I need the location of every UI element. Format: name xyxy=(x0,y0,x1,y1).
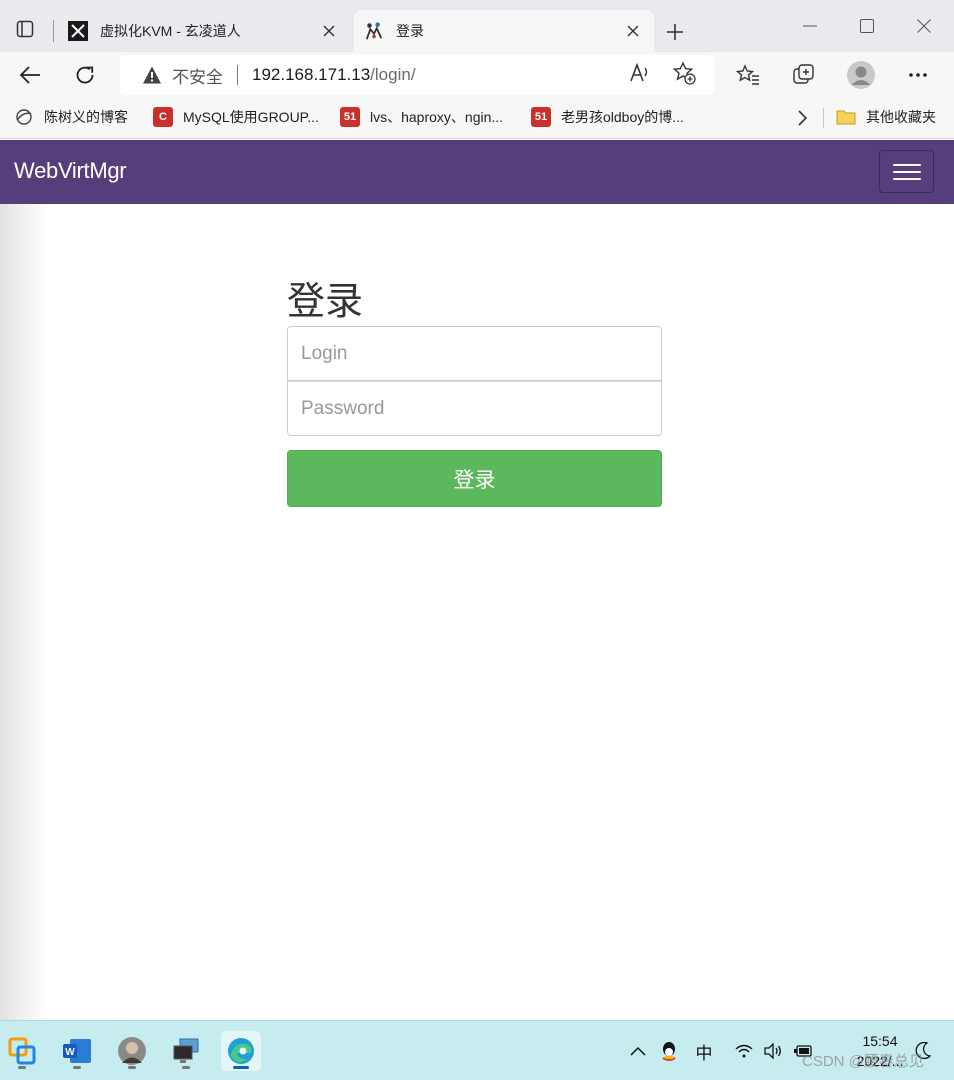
51cto-icon: 51 xyxy=(531,107,551,127)
url-path: /login/ xyxy=(370,65,416,84)
word-icon[interactable]: W xyxy=(57,1031,97,1071)
navbar: WebVirtMgr xyxy=(0,140,954,204)
chevron-right-icon[interactable] xyxy=(790,106,814,130)
more-menu-icon[interactable] xyxy=(906,63,930,87)
refresh-icon[interactable] xyxy=(68,59,102,91)
favorites-icon[interactable] xyxy=(736,63,760,87)
page-edge-shade xyxy=(0,204,48,1020)
maximize-icon[interactable] xyxy=(839,8,895,44)
new-tab-icon[interactable] xyxy=(660,17,690,47)
svg-text:W: W xyxy=(65,1047,75,1058)
volume-icon[interactable] xyxy=(762,1038,784,1064)
watermark: CSDN @腰春总见 xyxy=(802,1053,924,1070)
tab-actions-icon[interactable] xyxy=(10,14,40,44)
collections-icon[interactable] xyxy=(792,63,816,87)
login-button[interactable]: 登录 xyxy=(287,450,662,507)
bookmarks-bar: 陈树义的博客 C MySQL使用GROUP... 51 lvs、haproxy、… xyxy=(0,98,954,139)
globe-icon xyxy=(14,107,34,127)
url-host: 192.168.171.13 xyxy=(252,65,371,84)
bookmark-item[interactable]: 陈树义的博客 xyxy=(14,106,128,128)
photo-app-icon[interactable] xyxy=(112,1031,152,1071)
51cto-icon: 51 xyxy=(340,107,360,127)
tab-login[interactable]: 登录 xyxy=(354,10,654,52)
blog-favicon-icon xyxy=(68,21,88,41)
vmware-icon[interactable] xyxy=(2,1031,42,1071)
profile-avatar-icon[interactable] xyxy=(845,59,877,91)
bookmark-label: MySQL使用GROUP... xyxy=(183,109,319,125)
ime-indicator[interactable]: 中 xyxy=(692,1038,716,1064)
address-toolbar: 不安全 192.168.171.13/login/ xyxy=(0,52,954,98)
close-window-icon[interactable] xyxy=(896,8,952,44)
tab-strip: 虚拟化KVM - 玄凌道人 登录 xyxy=(0,0,954,52)
bookmark-item[interactable]: 51 lvs、haproxy、ngin... xyxy=(340,106,503,128)
hamburger-menu-icon[interactable] xyxy=(879,150,934,193)
tab-separator xyxy=(53,20,54,42)
add-favorite-icon[interactable] xyxy=(672,61,696,85)
chevron-up-icon[interactable] xyxy=(628,1038,648,1064)
clock-time: 15:54 xyxy=(862,1033,898,1049)
other-bookmarks[interactable]: 其他收藏夹 xyxy=(836,106,936,128)
address-divider xyxy=(237,65,238,85)
wifi-icon[interactable] xyxy=(733,1038,755,1064)
brand-link[interactable]: WebVirtMgr xyxy=(14,158,127,184)
bookmark-label: lvs、haproxy、ngin... xyxy=(370,109,504,125)
folder-icon xyxy=(836,107,856,127)
page-title: 登录 xyxy=(287,281,364,323)
minimize-icon[interactable] xyxy=(782,8,838,44)
bookmark-label: 陈树义的博客 xyxy=(44,109,128,125)
tab-title: 登录 xyxy=(396,23,424,39)
back-icon[interactable] xyxy=(13,59,47,91)
tab-title: 虚拟化KVM - 玄凌道人 xyxy=(100,23,241,39)
remote-desktop-icon[interactable] xyxy=(166,1031,206,1071)
other-bookmarks-label: 其他收藏夹 xyxy=(866,109,936,125)
address-bar[interactable]: 不安全 192.168.171.13/login/ xyxy=(120,55,714,95)
webvirtmgr-favicon-icon xyxy=(364,21,384,41)
bookmark-label: 老男孩oldboy的博... xyxy=(561,109,684,125)
tab-kvm[interactable]: 虚拟化KVM - 玄凌道人 xyxy=(58,10,350,52)
web-page: WebVirtMgr 登录 登录 xyxy=(0,140,954,1020)
bookmark-item[interactable]: 51 老男孩oldboy的博... xyxy=(531,106,684,128)
bookmarks-divider xyxy=(823,108,824,128)
close-tab-icon[interactable] xyxy=(314,16,344,46)
edge-browser-icon[interactable] xyxy=(221,1031,261,1071)
password-input[interactable] xyxy=(287,381,662,436)
close-tab-icon[interactable] xyxy=(618,16,648,46)
qq-icon[interactable] xyxy=(657,1038,681,1064)
csdn-icon: C xyxy=(153,107,173,127)
warning-icon xyxy=(143,66,161,84)
login-input[interactable] xyxy=(287,326,662,381)
read-aloud-icon[interactable] xyxy=(628,61,652,85)
security-label[interactable]: 不安全 xyxy=(172,63,223,88)
bookmark-item[interactable]: C MySQL使用GROUP... xyxy=(153,106,319,128)
